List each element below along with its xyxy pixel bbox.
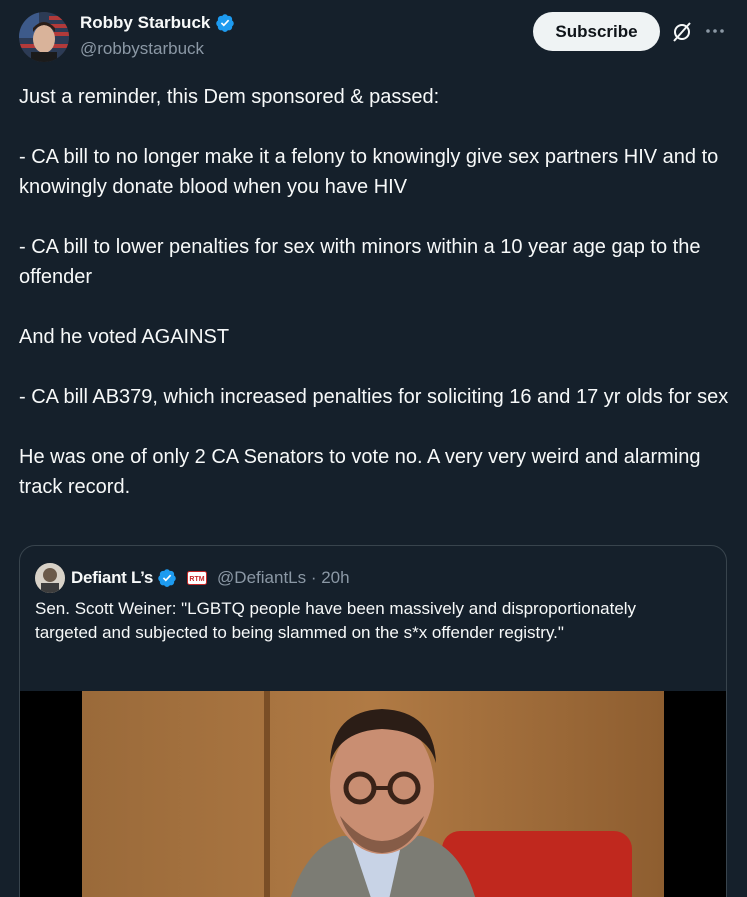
tweet-paragraph: - CA bill AB379, which increased penalti… xyxy=(19,386,729,408)
author-name[interactable]: Robby Starbuck xyxy=(80,13,210,33)
quoted-author-handle-time[interactable]: @DefiantLs · 20h xyxy=(217,568,350,588)
tweet-header: Robby Starbuck @robbystarbuck Subscribe xyxy=(0,0,747,70)
quoted-author-name[interactable]: Defiant L’s xyxy=(71,568,153,588)
tweet-paragraph: And he voted AGAINST xyxy=(19,326,230,348)
tweet-paragraph: Just a reminder, this Dem sponsored & pa… xyxy=(19,86,440,108)
tweet-paragraph xyxy=(19,112,731,142)
video-frame[interactable] xyxy=(82,691,664,897)
quoted-tweet[interactable]: Defiant L’s RTM @DefiantLs · 20h Sen. Sc… xyxy=(19,545,727,897)
author-handle[interactable]: @robbystarbuck xyxy=(80,39,204,59)
tweet-text: Just a reminder, this Dem sponsored & pa… xyxy=(19,82,731,502)
quoted-author-avatar[interactable] xyxy=(35,563,65,593)
author-avatar[interactable] xyxy=(19,12,69,62)
grok-icon[interactable] xyxy=(670,20,694,44)
quoted-verified-badge-icon xyxy=(158,569,176,587)
tweet-paragraph: - CA bill to lower penalties for sex wit… xyxy=(19,236,701,288)
tweet-paragraph xyxy=(19,412,731,442)
tweet-paragraph xyxy=(19,292,731,322)
tweet-paragraph: He was one of only 2 CA Senators to vote… xyxy=(19,446,701,498)
tweet-paragraph: - CA bill to no longer make it a felony … xyxy=(19,146,719,198)
video-still xyxy=(82,691,664,897)
affiliate-badge-icon: RTM xyxy=(187,571,208,585)
quoted-tweet-media[interactable] xyxy=(20,691,726,897)
quoted-tweet-header: Defiant L’s RTM @DefiantLs · 20h xyxy=(35,563,350,593)
tweet-paragraph xyxy=(19,202,731,232)
affiliate-badge-text: RTM xyxy=(189,576,204,583)
tweet-paragraph xyxy=(19,352,731,382)
verified-badge-icon xyxy=(216,14,235,32)
subscribe-button[interactable]: Subscribe xyxy=(533,12,660,51)
more-icon[interactable] xyxy=(704,20,726,42)
quoted-tweet-text: Sen. Scott Weiner: "LGBTQ people have be… xyxy=(35,599,637,642)
